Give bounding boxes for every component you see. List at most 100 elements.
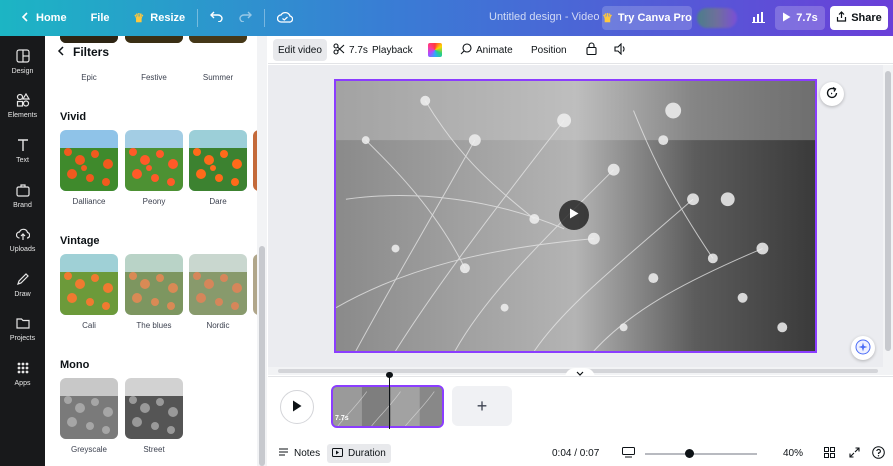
undo-icon — [210, 11, 223, 25]
save-status-button[interactable] — [269, 5, 301, 31]
filter-thumb-dalliance[interactable] — [60, 130, 118, 191]
home-button[interactable]: Home — [12, 5, 75, 31]
filter-label: Cali — [82, 321, 96, 330]
filter-thumb-epic[interactable] — [60, 36, 118, 43]
video-play-button[interactable] — [559, 200, 589, 230]
zoom-slider-handle[interactable] — [685, 449, 694, 458]
avatar[interactable] — [697, 8, 737, 28]
playback-label: Playback — [372, 44, 413, 56]
briefcase-icon — [15, 183, 30, 199]
color-button[interactable] — [423, 39, 447, 61]
rail-item-projects[interactable]: Projects — [0, 309, 45, 349]
crown-icon: ♛ — [602, 11, 613, 25]
zoom-level[interactable]: 40% — [783, 448, 803, 459]
filter-thumb-the-blues[interactable] — [125, 254, 183, 315]
rail-item-uploads[interactable]: Uploads — [0, 220, 45, 260]
present-play-button[interactable]: 7.7s — [775, 6, 825, 30]
filter-thumb-cali[interactable] — [60, 254, 118, 315]
refresh-icon — [825, 86, 839, 103]
filter-thumb-street[interactable] — [125, 378, 183, 439]
position-label: Position — [531, 44, 567, 56]
help-icon — [871, 446, 885, 462]
resize-label: Resize — [150, 12, 186, 24]
filter-thumb-greyscale[interactable] — [60, 378, 118, 439]
share-button[interactable]: Share — [830, 6, 888, 30]
grid-view-button[interactable] — [821, 446, 837, 462]
position-button[interactable]: Position — [526, 39, 572, 61]
rail-label: Text — [16, 157, 29, 164]
timeline-play-button[interactable] — [280, 390, 314, 424]
filter-label: Greyscale — [70, 445, 107, 454]
volume-button[interactable] — [609, 39, 632, 61]
scrollbar-thumb[interactable] — [885, 71, 891, 351]
regenerate-button[interactable] — [820, 82, 844, 106]
try-canva-pro-button[interactable]: ♛ Try Canva Pro — [602, 6, 692, 30]
filter-thumb-peony[interactable] — [125, 130, 183, 191]
sparkle-icon — [855, 339, 871, 358]
filter-label: Nordic — [206, 321, 230, 330]
play-duration-label: 7.7s — [796, 12, 818, 24]
filters-panel: Filters Epic Festive Summer Vivid Dallia… — [45, 36, 268, 466]
editor-toolbar: Edit video 7.7s Playback Animate Positio… — [268, 36, 893, 64]
animate-button[interactable]: Animate — [455, 39, 518, 61]
section-title-vintage: Vintage — [60, 235, 100, 247]
volume-icon — [614, 42, 627, 58]
rail-item-brand[interactable]: Brand — [0, 176, 45, 216]
text-icon — [16, 138, 30, 154]
document-title[interactable]: Untitled design - Video — [489, 11, 599, 23]
insights-button[interactable] — [747, 7, 769, 29]
section-title-vivid: Vivid — [60, 111, 87, 123]
rail-item-draw[interactable]: Draw — [0, 265, 45, 305]
filter-label: Street — [143, 445, 165, 454]
panel-scrollbar[interactable] — [257, 36, 267, 466]
rail-item-text[interactable]: Text — [0, 131, 45, 171]
filter-thumb-summer[interactable] — [189, 36, 247, 43]
playhead[interactable] — [389, 373, 390, 429]
rail-label: Brand — [13, 202, 32, 209]
rail-item-elements[interactable]: Elements — [0, 86, 45, 126]
redo-button[interactable] — [231, 5, 260, 31]
lock-icon — [586, 42, 597, 58]
edit-video-button[interactable]: Edit video — [273, 39, 327, 61]
rail-item-design[interactable]: Design — [0, 42, 45, 82]
lock-button[interactable] — [581, 39, 602, 61]
grid-view-icon — [823, 447, 835, 461]
filter-thumb-nordic[interactable] — [189, 254, 247, 315]
notes-icon — [278, 447, 289, 460]
share-icon — [836, 11, 847, 25]
cloud-check-icon — [277, 11, 294, 26]
filter-thumb-dare[interactable] — [189, 130, 247, 191]
rail-label: Apps — [14, 380, 31, 387]
zoom-slider-track[interactable] — [645, 453, 757, 455]
file-menu-button[interactable]: File — [83, 5, 118, 31]
fullscreen-button[interactable] — [846, 446, 862, 462]
page-view-button[interactable] — [620, 446, 636, 462]
magic-assistant-button[interactable] — [851, 336, 875, 360]
help-button[interactable] — [870, 446, 886, 462]
duration-button[interactable]: Duration — [327, 444, 391, 463]
play-icon — [782, 12, 791, 25]
panel-header: Filters — [57, 45, 109, 59]
animate-icon — [460, 42, 472, 58]
edit-video-label: Edit video — [278, 44, 322, 56]
canvas-vertical-scrollbar[interactable] — [883, 65, 893, 367]
notes-button[interactable]: Notes — [273, 444, 325, 463]
scrollbar-thumb[interactable] — [259, 246, 265, 466]
playback-button[interactable]: Playback — [367, 39, 418, 61]
section-title-mono: Mono — [60, 359, 90, 371]
time-readout: 0:04 / 0:07 — [552, 448, 600, 459]
resize-button[interactable]: ♛ Resize — [126, 5, 194, 31]
back-button[interactable] — [57, 45, 65, 59]
playhead-handle[interactable] — [386, 372, 393, 378]
trim-duration-label: 7.7s — [349, 44, 368, 56]
filter-thumb-festive[interactable] — [125, 36, 183, 43]
animate-label: Animate — [476, 44, 513, 56]
duration-label: Duration — [348, 448, 386, 459]
filter-label: Peony — [142, 197, 166, 206]
rail-item-apps[interactable]: Apps — [0, 354, 45, 394]
undo-button[interactable] — [202, 5, 231, 31]
clip-thumbnail-strip — [333, 387, 442, 426]
share-label: Share — [851, 12, 882, 24]
plus-icon: + — [476, 395, 488, 416]
add-clip-button[interactable]: + — [452, 386, 512, 426]
